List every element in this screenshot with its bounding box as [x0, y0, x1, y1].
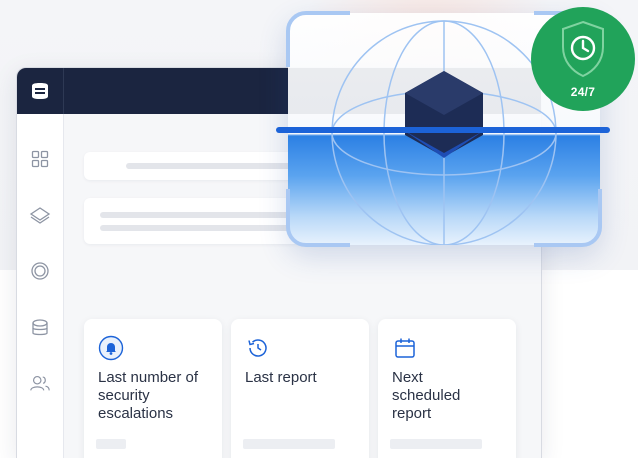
dashboard-icon[interactable]: [29, 148, 51, 170]
logo-icon: [32, 83, 48, 99]
card-label: Last report: [245, 369, 317, 386]
availability-badge: 24/7: [531, 7, 635, 111]
users-icon[interactable]: [29, 372, 51, 394]
shield-clock-icon: [562, 20, 604, 78]
card-label: Last number of security escalations: [98, 369, 199, 422]
placeholder-bar: [243, 439, 335, 449]
history-icon: [245, 335, 271, 361]
placeholder-bar: [390, 439, 482, 449]
placeholder-bar: [100, 225, 300, 231]
card-label: Next scheduled report: [392, 369, 461, 422]
database-icon[interactable]: [29, 317, 51, 339]
badge-text: 24/7: [570, 85, 596, 99]
calendar-icon: [392, 335, 418, 361]
bell-icon: [98, 335, 124, 361]
app-logo[interactable]: [17, 68, 64, 114]
card-security-escalations[interactable]: Last number of security escalations: [84, 319, 222, 458]
sidebar: [17, 114, 64, 458]
card-next-scheduled-report[interactable]: Next scheduled report: [378, 319, 516, 458]
scan-line: [276, 127, 610, 133]
layers-icon[interactable]: [29, 204, 51, 226]
card-last-report[interactable]: Last report: [231, 319, 369, 458]
placeholder-bar: [96, 439, 126, 449]
target-icon[interactable]: [29, 260, 51, 282]
